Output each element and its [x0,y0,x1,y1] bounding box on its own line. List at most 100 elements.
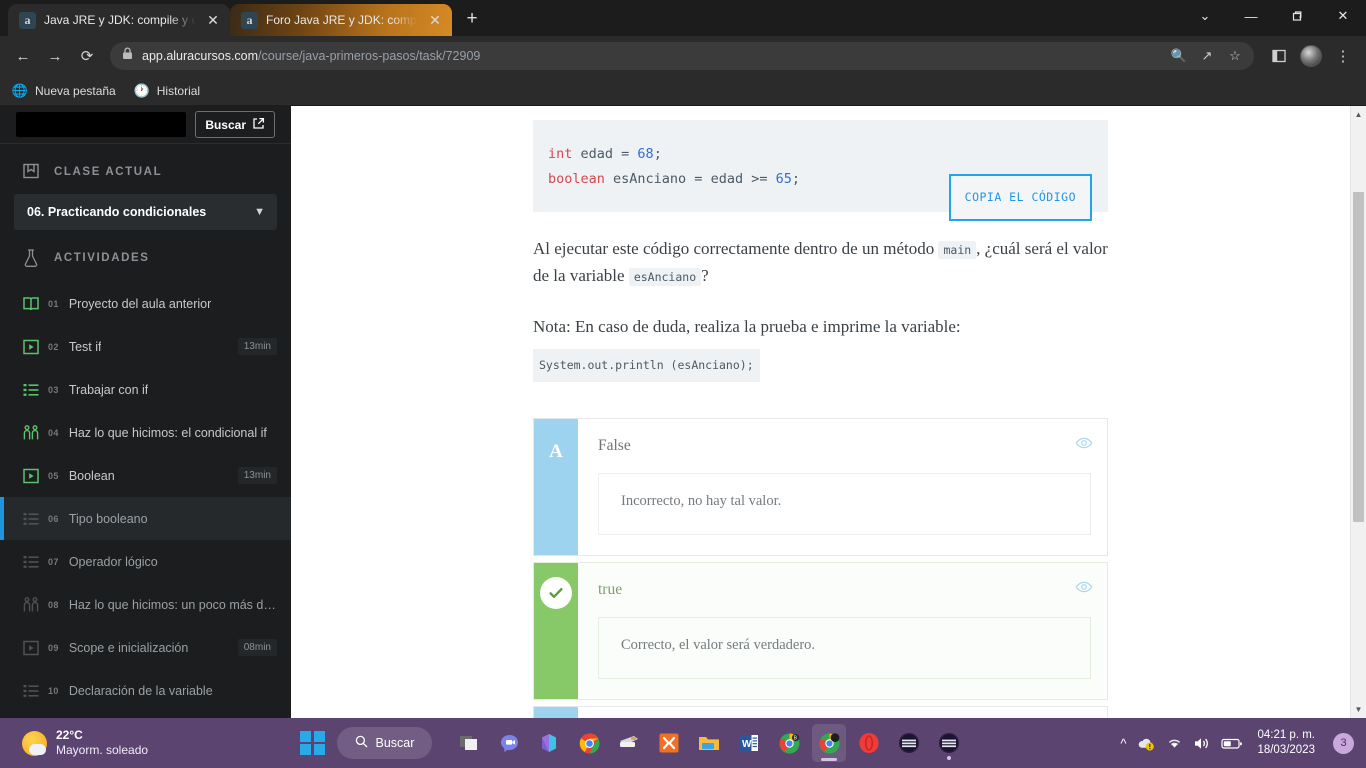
reload-icon[interactable]: ⟳ [72,41,102,71]
svg-text:W: W [742,739,752,750]
weather-temperature: 22°C [56,728,83,742]
battery-icon[interactable] [1221,737,1243,750]
taskbar-search[interactable]: Buscar [336,727,433,759]
code-keyword: boolean [548,171,605,187]
opera-icon[interactable] [852,724,886,762]
start-button[interactable] [300,730,325,756]
wifi-icon[interactable] [1166,736,1183,750]
people-icon [22,596,40,614]
list-icon [22,381,40,399]
clock-time: 04:21 p. m. [1257,729,1315,741]
show-hidden-icons-chevron-up-icon[interactable]: ^ [1120,736,1126,751]
code-text: edad = [572,146,638,162]
sidebar-item-01[interactable]: 01 Proyecto del aula anterior [0,282,291,325]
sidebar-item-07[interactable]: 07 Operador lógico [0,540,291,583]
question-part-1: Al ejecutar este código correctamente de… [533,239,935,258]
item-number: 09 [48,642,59,653]
answer-option-a[interactable]: A False Incorrecto, no hay tal valor. [533,418,1108,556]
sidebar-item-10[interactable]: 10 Declaración de la variable [0,669,291,712]
vertical-scrollbar[interactable]: ▲ ▼ [1350,106,1366,718]
chrome-active-icon[interactable] [812,724,847,762]
bookmark-historial[interactable]: 🕐 Historial [134,83,200,99]
close-icon[interactable]: ✕ [204,11,222,29]
clase-actual-header: CLASE ACTUAL [0,144,291,192]
sidebar-item-03[interactable]: 03 Trabajar con if [0,368,291,411]
word-icon[interactable]: W [732,724,766,762]
notification-badge[interactable]: 3 [1333,732,1354,754]
code-block: int edad = 68; boolean esAnciano = edad … [533,120,1108,221]
code-number: 68 [637,146,654,162]
note-text: Nota: En caso de duda, realiza la prueba… [533,314,1108,382]
task-article: int edad = 68; boolean esAnciano = edad … [533,106,1108,718]
close-icon[interactable]: ✕ [426,11,444,29]
minimize-icon[interactable]: — [1228,0,1274,32]
answer-body: true Correcto, el valor será verdadero. [578,563,1107,699]
book-icon [22,295,40,313]
lock-icon [122,47,133,65]
search-input[interactable] [16,112,187,137]
answer-feedback: Correcto, el valor será verdadero. [598,617,1091,679]
scroll-up-icon[interactable]: ▲ [1351,106,1366,123]
more-menu-icon[interactable]: ⋮ [1328,41,1358,71]
browser-tab-2[interactable]: a Foro Java JRE y JDK: compile y ej ✕ [230,4,452,36]
volume-icon[interactable] [1193,736,1211,751]
chat-icon[interactable] [492,724,526,762]
sidebar-item-06[interactable]: 06 Tipo booleano [0,497,291,540]
item-label: Operador lógico [68,554,158,569]
scrollbar-thumb[interactable] [1353,192,1364,522]
browser-tab-1[interactable]: a Java JRE y JDK: compile y ejecute ✕ [8,4,230,36]
current-class-selector[interactable]: 06. Practicando condicionales ▼ [14,194,277,230]
avatar[interactable] [1300,45,1322,67]
item-number: 07 [48,556,59,567]
forward-icon[interactable]: → [40,41,70,71]
bookmark-star-icon[interactable]: ☆ [1222,43,1248,69]
chevron-down-icon[interactable]: ⌄ [1182,0,1228,32]
window-close-icon[interactable]: ✕ [1320,0,1366,32]
sidebar-item-04[interactable]: 04 Haz lo que hicimos: el condicional if [0,411,291,454]
task-content: int edad = 68; boolean esAnciano = edad … [291,106,1366,718]
folder-icon[interactable] [692,724,726,762]
address-bar[interactable]: app.aluracursos.com/course/java-primeros… [110,42,1254,70]
bookmark-nueva-pestana[interactable]: 🌐 Nueva pestaña [12,83,116,99]
xampp-icon[interactable] [652,724,686,762]
task-view-icon[interactable] [452,724,486,762]
sidebar-item-02[interactable]: 02 Test if 13min [0,325,291,368]
item-label: Haz lo que hicimos: un poco más de if [68,597,277,612]
chrome-icon[interactable] [572,724,606,762]
search-button[interactable]: Buscar [195,111,275,138]
copy-code-button[interactable]: COPIA EL CÓDIGO [948,174,1092,221]
opera-gx-icon[interactable] [892,724,926,762]
check-icon [540,577,572,609]
video-icon [22,338,40,356]
scroll-down-icon[interactable]: ▼ [1351,701,1366,718]
scanner-icon[interactable] [612,724,646,762]
taskbar-clock[interactable]: 04:21 p. m. 18/03/2023 [1257,728,1315,758]
back-icon[interactable]: ← [8,41,38,71]
side-panel-icon[interactable] [1264,41,1294,71]
eye-icon[interactable] [1075,578,1093,596]
microsoft-365-icon[interactable] [532,724,566,762]
answer-option-b[interactable]: true Correcto, el valor será verdadero. [533,562,1108,700]
item-number: 08 [48,599,59,610]
opera-gx-icon-2[interactable] [932,724,966,762]
new-tab-button[interactable]: + [458,5,486,33]
answer-option-c[interactable]: C false [533,706,1108,718]
zoom-search-icon[interactable]: 🔍 [1166,43,1192,69]
chrome-beta-icon[interactable]: B [772,724,806,762]
eye-icon[interactable] [1075,434,1093,452]
onedrive-warning-icon[interactable] [1136,735,1156,751]
answer-body: false [578,707,1107,718]
sidebar-item-09[interactable]: 09 Scope e inicialización 08min [0,626,291,669]
item-duration: 13min [237,467,277,484]
window-controls: ⌄ — ✕ [1182,0,1366,32]
code-text: esAnciano = edad >= [604,171,776,187]
item-label: Tipo booleano [68,511,148,526]
item-duration: 08min [237,639,277,656]
print-statement: System.out.println (esAnciano); [533,349,760,382]
weather-widget[interactable]: 22°C Mayorm. soleado [0,728,300,758]
sidebar-item-08[interactable]: 08 Haz lo que hicimos: un poco más de if [0,583,291,626]
sidebar-item-05[interactable]: 05 Boolean 13min [0,454,291,497]
answer-letter-bar [534,563,578,699]
share-icon[interactable]: ↗ [1194,43,1220,69]
restore-icon[interactable] [1274,0,1320,32]
